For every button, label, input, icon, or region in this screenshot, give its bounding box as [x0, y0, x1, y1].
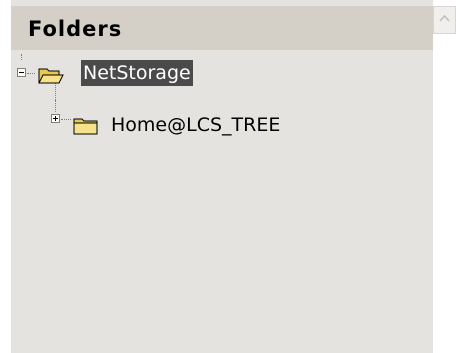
tree-connector-line	[21, 54, 22, 60]
tree-connector-line	[27, 73, 35, 74]
folder-open-icon	[38, 68, 64, 84]
tree-connector-line	[61, 119, 71, 120]
tree-connector-line	[55, 100, 56, 112]
folder-closed-icon	[73, 118, 98, 135]
tree-node-label[interactable]: Home@LCS_TREE	[111, 112, 280, 138]
expand-icon[interactable]	[51, 114, 60, 123]
collapse-icon[interactable]	[17, 68, 26, 77]
vertical-scrollbar[interactable]	[433, 0, 456, 353]
folders-panel-header: Folders	[11, 6, 433, 50]
tree-node-home-lcs-tree[interactable]: Home@LCS_TREE	[11, 100, 433, 140]
scroll-up-button[interactable]	[433, 6, 456, 34]
tree-node-netstorage[interactable]: NetStorage	[11, 54, 433, 110]
scroll-up-arrow-icon	[439, 15, 450, 22]
folders-panel-title: Folders	[28, 17, 123, 41]
folders-panel: Folders NetStorage Home@LCS_TREE	[11, 0, 433, 353]
tree-node-label[interactable]: NetStorage	[81, 60, 193, 86]
